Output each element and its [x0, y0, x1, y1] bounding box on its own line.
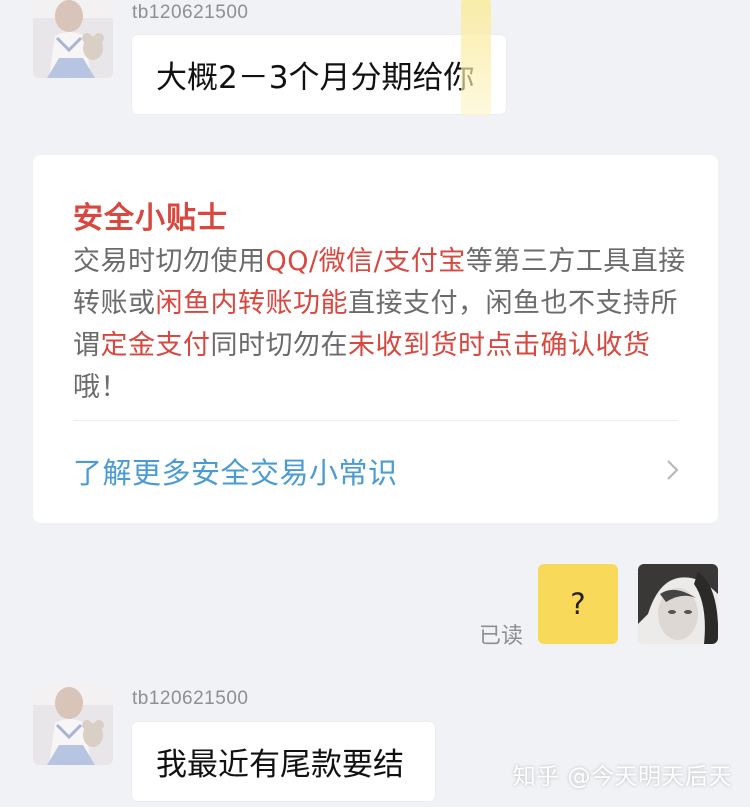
sender-name: tb120621500: [132, 2, 249, 23]
safety-tips-body: 交易时切勿使用QQ/微信/支付宝等第三方工具直接转账或闲鱼内转账功能直接支付，闲…: [73, 241, 688, 409]
message-bubble[interactable]: 我最近有尾款要结: [132, 722, 435, 801]
sender-avatar[interactable]: [33, 685, 113, 765]
my-message-bubble[interactable]: ?: [538, 564, 618, 644]
my-avatar[interactable]: [638, 564, 718, 644]
safety-tips-card: 安全小贴士 交易时切勿使用QQ/微信/支付宝等第三方工具直接转账或闲鱼内转账功能…: [33, 155, 718, 523]
learn-more-link[interactable]: 了解更多安全交易小常识: [73, 450, 398, 492]
safety-tips-title: 安全小贴士: [73, 201, 228, 236]
tip-segment-highlight: 闲鱼内转账功能: [155, 288, 348, 319]
message-text: 大概2－3个月分期给你: [156, 60, 475, 96]
message-text: 我最近有尾款要结: [156, 747, 404, 783]
sender-avatar[interactable]: [33, 0, 113, 78]
sender-name: tb120621500: [132, 688, 249, 709]
highlight-mark: [461, 0, 491, 116]
tip-segment-highlight: QQ/微信/支付宝: [265, 246, 466, 277]
chevron-right-icon[interactable]: [666, 459, 680, 481]
tip-segment: 哦！: [73, 372, 128, 403]
read-status: 已读: [479, 624, 524, 649]
my-message-text: ?: [570, 587, 586, 621]
tip-segment: 交易时切勿使用: [73, 246, 266, 277]
tip-segment-highlight: 未收到货时点击确认收货: [348, 330, 651, 361]
divider: [73, 420, 678, 421]
message-bubble[interactable]: 大概2－3个月分期给你: [132, 35, 506, 114]
tip-segment-highlight: 定金支付: [100, 330, 211, 361]
tip-segment: 同时切勿在: [210, 330, 348, 361]
watermark: 知乎 @今天明天后天: [512, 764, 732, 790]
